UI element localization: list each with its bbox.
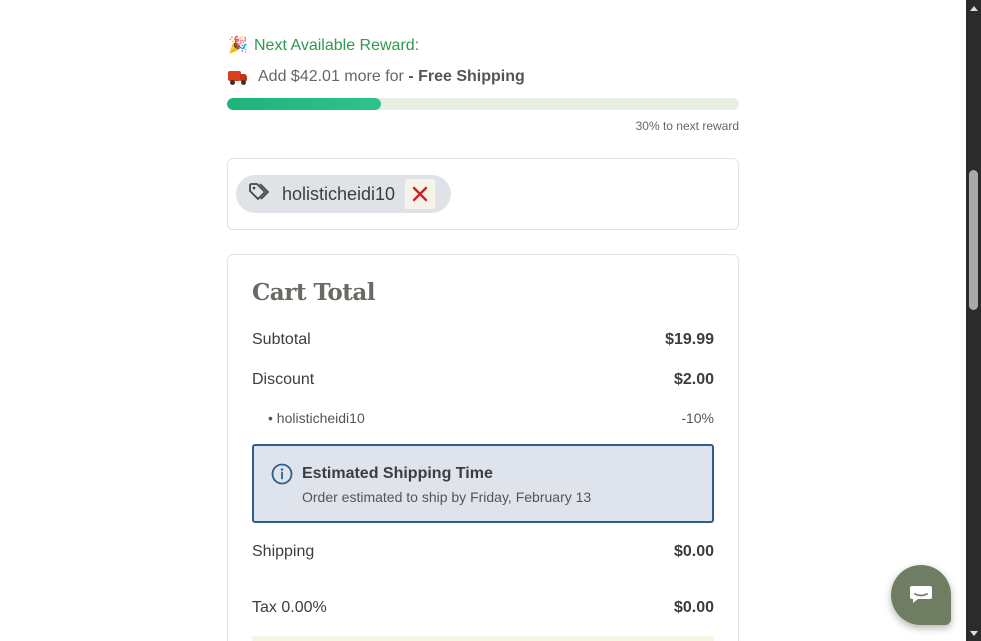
scroll-up-arrow-icon[interactable] [966, 0, 981, 16]
reward-message: Add $42.01 more for - Free Shipping [228, 68, 525, 86]
tax-label: Tax 0.00% [252, 599, 327, 616]
chat-launcher-button[interactable] [891, 565, 951, 625]
promo-strip [252, 636, 714, 641]
reward-progress-label: 30% to next reward [635, 119, 739, 133]
shipping-value: $0.00 [673, 543, 714, 560]
discount-label: Discount [252, 371, 315, 388]
reward-progress-bar [227, 98, 739, 110]
applied-coupons: holisticheidi10 [227, 158, 739, 230]
scrollbar-thumb[interactable] [969, 170, 978, 310]
party-popper-icon: 🎉 [228, 37, 248, 54]
subtotal-row: Subtotal $19.99 [252, 331, 714, 349]
chat-bubble-icon [910, 586, 932, 603]
subtotal-label: Subtotal [252, 331, 311, 348]
reward-add-text: Add $42.01 more for [258, 68, 404, 85]
reward-header: 🎉 Next Available Reward: [228, 36, 419, 56]
tax-value: $0.00 [673, 599, 714, 616]
coupon-chip: holisticheidi10 [236, 175, 452, 213]
subtotal-value: $19.99 [665, 331, 714, 348]
shipping-label: Shipping [252, 543, 315, 560]
tax-row: Tax 0.00% $0.00 [252, 599, 714, 617]
discount-code: holisticheidi10 [276, 410, 365, 426]
cart-total-title: Cart Total [252, 279, 376, 306]
discount-percent: -10% [681, 410, 714, 426]
discount-row: Discount $2.00 [252, 371, 714, 389]
info-icon [271, 463, 293, 490]
close-icon [412, 186, 428, 202]
scroll-down-arrow-icon[interactable] [966, 625, 981, 641]
shipping-row: Shipping $0.00 [252, 543, 714, 561]
remove-coupon-button[interactable] [405, 179, 436, 209]
cart-total-panel: Cart Total Subtotal $19.99 Discount $2.0… [227, 254, 739, 641]
reward-title: Next Available Reward: [254, 37, 420, 54]
discount-detail-row: • holisticheidi10 -10% [268, 410, 714, 426]
shipping-notice-title: Estimated Shipping Time [302, 465, 493, 482]
reward-name: - Free Shipping [408, 68, 525, 85]
tag-icon [248, 182, 272, 207]
shipping-notice-text: Order estimated to ship by Friday, Febru… [302, 489, 592, 505]
truck-icon [228, 70, 248, 85]
coupon-code: holisticheidi10 [282, 183, 396, 204]
reward-progress-fill [227, 98, 381, 110]
shipping-time-notice: Estimated Shipping Time Order estimated … [252, 444, 714, 523]
discount-value: $2.00 [673, 371, 714, 388]
vertical-scrollbar[interactable] [966, 0, 981, 641]
cart-page: 🎉 Next Available Reward: Add $42.01 more… [0, 0, 966, 641]
